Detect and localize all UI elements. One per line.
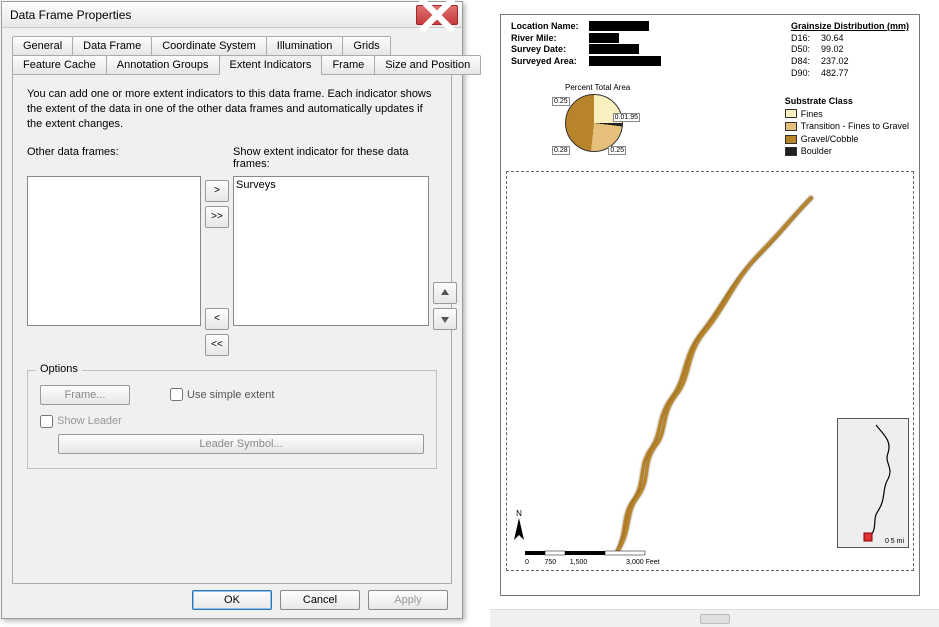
tab-coordinate-system[interactable]: Coordinate System: [151, 36, 267, 56]
swatch-fines: [785, 109, 797, 118]
north-arrow-icon: [513, 518, 525, 544]
layout-preview[interactable]: Location Name: River Mile: Survey Date: …: [490, 0, 939, 627]
pie-label: 0.25: [552, 97, 570, 106]
extent-indicators-panel: You can add one or more extent indicator…: [12, 74, 452, 584]
other-frames-label: Other data frames:: [27, 146, 201, 172]
options-legend: Options: [36, 363, 82, 375]
scrollbar-handle[interactable]: [700, 614, 730, 624]
close-icon: [417, 0, 457, 35]
tab-extent-indicators[interactable]: Extent Indicators: [219, 55, 323, 75]
surveyed-area-value: [589, 56, 661, 66]
show-leader-checkbox[interactable]: Show Leader: [40, 415, 424, 428]
use-simple-extent-input[interactable]: [170, 388, 183, 401]
main-map-frame[interactable]: N 0 750 1,500 3,000 Feet 0 5 mi: [506, 171, 914, 571]
swatch-boulder: [785, 147, 797, 156]
grainsize-title: Grainsize Distribution (mm): [791, 21, 909, 33]
frame-button[interactable]: Frame...: [40, 385, 130, 405]
surveyed-area-label: Surveyed Area:: [511, 56, 589, 68]
move-left-button[interactable]: <: [205, 308, 229, 330]
apply-button[interactable]: Apply: [368, 590, 448, 610]
show-leader-input[interactable]: [40, 415, 53, 428]
pie-label: 0.28: [552, 146, 570, 155]
dialog-title: Data Frame Properties: [10, 8, 416, 22]
options-group: Options Frame... Use simple extent Show …: [27, 370, 437, 469]
substrate-title: Substrate Class: [785, 95, 909, 108]
tab-feature-cache[interactable]: Feature Cache: [12, 55, 107, 75]
show-frames-listbox[interactable]: Surveys: [233, 176, 429, 326]
description-text: You can add one or more extent indicator…: [27, 87, 437, 132]
pie-title: Percent Total Area: [565, 83, 630, 92]
tab-data-frame[interactable]: Data Frame: [72, 36, 152, 56]
leader-symbol-button[interactable]: Leader Symbol...: [58, 434, 424, 454]
pie-graphic: 0.25 0.01.95 0.25 0.28: [565, 94, 623, 152]
scale-bar-graphic: [525, 549, 685, 557]
tab-frame[interactable]: Frame: [321, 55, 375, 75]
ok-button[interactable]: OK: [192, 590, 272, 610]
swatch-transition: [785, 122, 797, 131]
tab-annotation-groups[interactable]: Annotation Groups: [106, 55, 220, 75]
swatch-gravel: [785, 135, 797, 144]
move-right-button[interactable]: >: [205, 180, 229, 202]
dialog-button-bar: OK Cancel Apply: [192, 590, 448, 610]
location-name-value: [589, 21, 649, 31]
pie-label: 0.25: [608, 146, 626, 155]
location-name-label: Location Name:: [511, 21, 589, 33]
river-mile-value: [589, 33, 619, 43]
river-mile-label: River Mile:: [511, 33, 589, 45]
tab-general[interactable]: General: [12, 36, 73, 56]
data-frame-properties-dialog: Data Frame Properties General Data Frame…: [1, 1, 463, 619]
grainsize-block: Grainsize Distribution (mm) D16:30.64 D5…: [791, 21, 909, 79]
horizontal-scrollbar[interactable]: [490, 609, 939, 627]
move-all-left-button[interactable]: <<: [205, 334, 229, 356]
survey-date-value: [589, 44, 639, 54]
move-all-right-button[interactable]: >>: [205, 206, 229, 228]
report-page: Location Name: River Mile: Survey Date: …: [500, 14, 920, 596]
other-frames-listbox[interactable]: [27, 176, 201, 326]
survey-date-label: Survey Date:: [511, 44, 589, 56]
pie-chart: Percent Total Area 0.25 0.01.95 0.25 0.2…: [565, 83, 630, 152]
list-item[interactable]: Surveys: [236, 179, 426, 191]
substrate-legend: Substrate Class Fines Transition - Fines…: [785, 95, 909, 158]
tab-strip: General Data Frame Coordinate System Ill…: [2, 28, 462, 586]
tab-grids[interactable]: Grids: [342, 36, 390, 56]
north-arrow: N: [513, 509, 525, 546]
move-up-button[interactable]: [433, 282, 457, 304]
pie-label: 0.01.95: [613, 113, 640, 122]
tab-size-and-position[interactable]: Size and Position: [374, 55, 481, 75]
arrow-down-icon: [440, 314, 450, 324]
arrow-up-icon: [440, 288, 450, 298]
show-frames-label: Show extent indicator for these data fra…: [233, 146, 429, 172]
cancel-button[interactable]: Cancel: [280, 590, 360, 610]
use-simple-extent-checkbox[interactable]: Use simple extent: [170, 388, 274, 401]
titlebar[interactable]: Data Frame Properties: [2, 2, 462, 28]
report-header: Location Name: River Mile: Survey Date: …: [511, 21, 661, 68]
scale-bar: 0 750 1,500 3,000 Feet: [525, 549, 685, 566]
tab-illumination[interactable]: Illumination: [266, 36, 344, 56]
inset-scale: 0 5 mi: [885, 538, 904, 545]
inset-map[interactable]: 0 5 mi: [837, 418, 909, 548]
close-button[interactable]: [416, 5, 458, 25]
move-down-button[interactable]: [433, 308, 457, 330]
inset-path: [838, 419, 910, 549]
